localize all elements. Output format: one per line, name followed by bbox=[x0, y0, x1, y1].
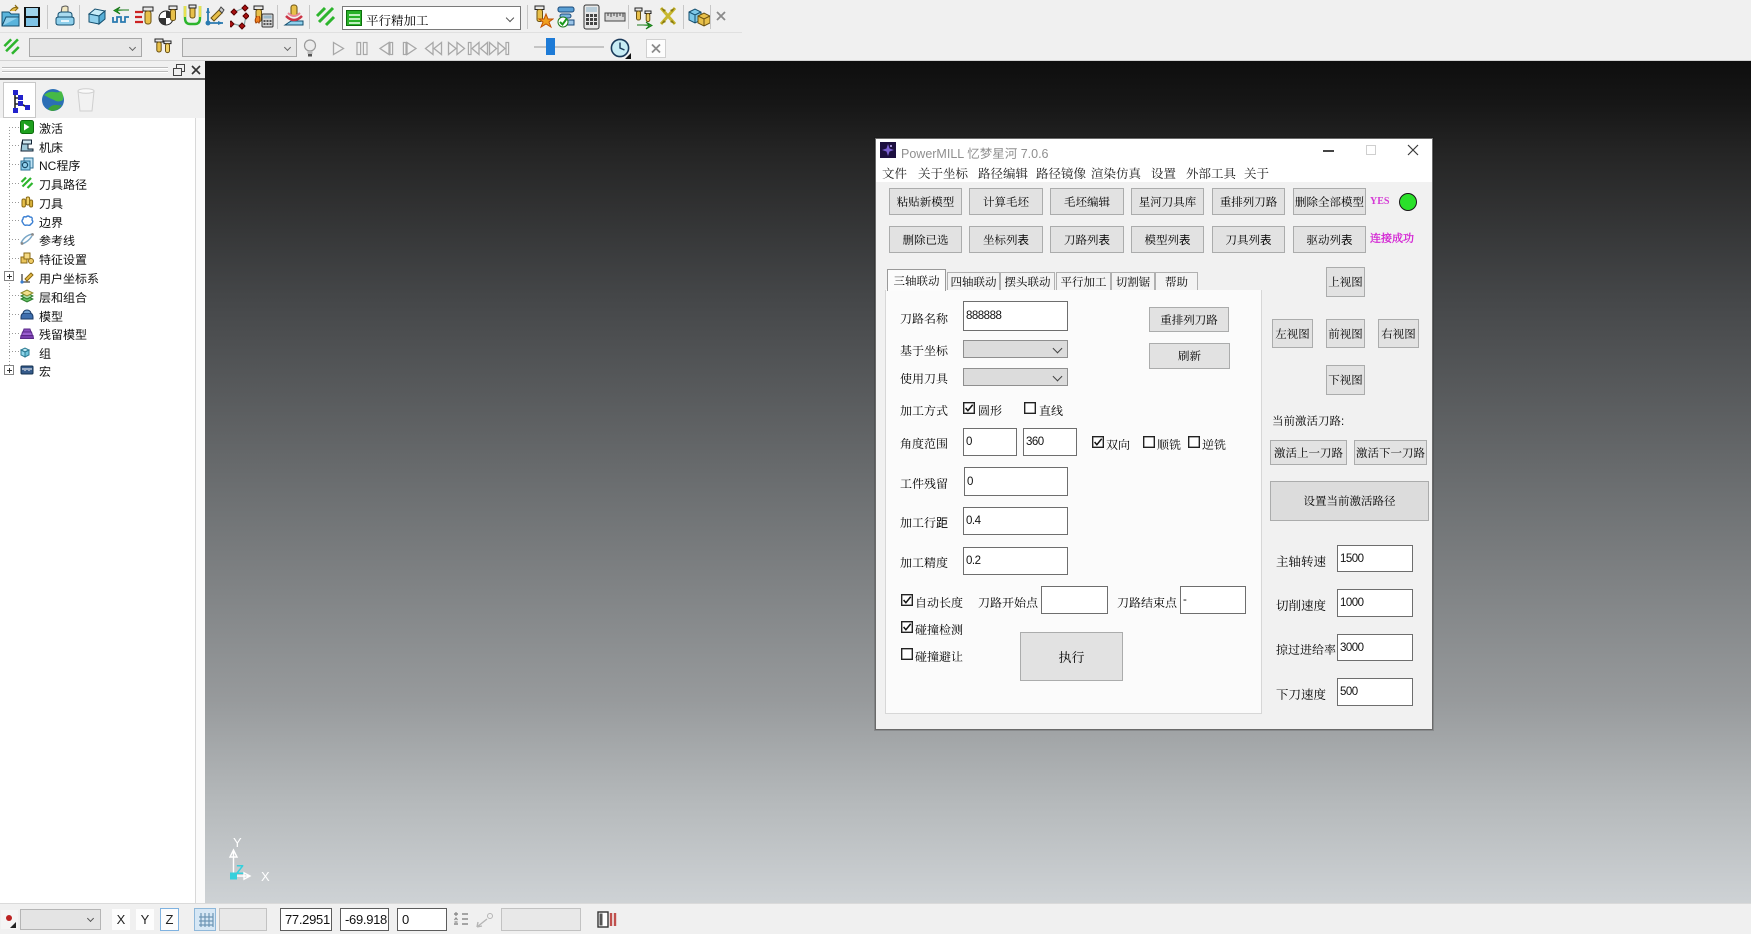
svg-text:Y: Y bbox=[233, 835, 242, 850]
svg-text:Z: Z bbox=[236, 862, 244, 877]
svg-text:X: X bbox=[261, 869, 270, 884]
